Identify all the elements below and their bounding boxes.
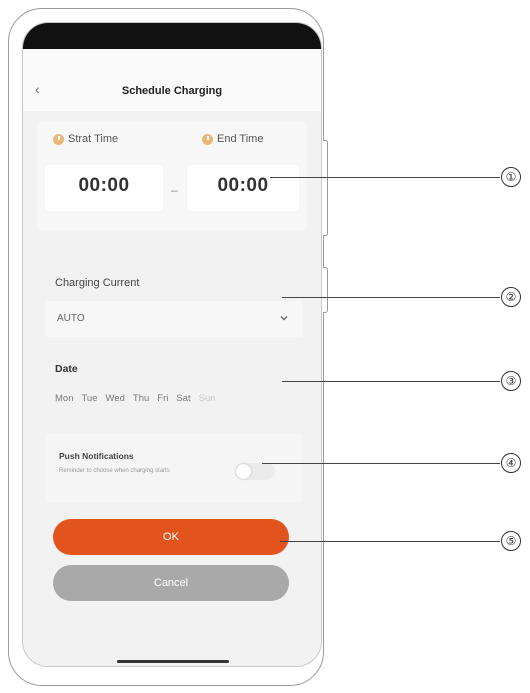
day-sat[interactable]: Sat bbox=[176, 393, 190, 404]
day-fri[interactable]: Fri bbox=[157, 393, 168, 404]
callout-line-2 bbox=[282, 297, 500, 298]
clock-icon bbox=[53, 133, 64, 145]
time-separator: – bbox=[171, 183, 178, 197]
phone-side-button-upper bbox=[323, 140, 328, 236]
push-notifications-toggle[interactable] bbox=[235, 463, 275, 480]
day-sun[interactable]: Sun bbox=[199, 393, 216, 404]
app-header: ‹ Schedule Charging bbox=[23, 49, 321, 111]
callout-line-4 bbox=[262, 463, 500, 464]
end-time-picker[interactable]: 00:00 bbox=[187, 165, 299, 211]
start-time-label-text: Strat Time bbox=[68, 133, 119, 145]
day-selector: Mon Tue Wed Thu Fri Sat Sun bbox=[55, 393, 216, 404]
callout-line-1 bbox=[270, 177, 500, 178]
day-mon[interactable]: Mon bbox=[55, 393, 73, 404]
phone-screen: ‹ Schedule Charging Strat Time End Time … bbox=[22, 22, 322, 667]
callout-line-5 bbox=[280, 541, 500, 542]
toggle-knob bbox=[236, 464, 251, 479]
push-notifications-description: Reminder to choose when charging starts bbox=[59, 468, 170, 474]
push-notifications-title: Push Notifications bbox=[59, 451, 134, 461]
day-thu[interactable]: Thu bbox=[133, 393, 149, 404]
status-bar bbox=[23, 23, 321, 49]
charging-current-select[interactable]: AUTO bbox=[45, 301, 303, 337]
end-time-value: 00:00 bbox=[217, 175, 269, 196]
callout-line-3 bbox=[282, 381, 500, 382]
callout-1: ① bbox=[501, 167, 521, 187]
schedule-form: Strat Time End Time 00:00 – 00:00 Chargi… bbox=[23, 111, 321, 666]
phone-side-button-lower bbox=[323, 267, 328, 313]
home-indicator bbox=[117, 660, 229, 663]
end-time-label: End Time bbox=[202, 133, 263, 145]
cancel-button[interactable]: Cancel bbox=[53, 565, 289, 601]
day-wed[interactable]: Wed bbox=[106, 393, 125, 404]
end-time-label-text: End Time bbox=[217, 133, 264, 145]
clock-icon bbox=[202, 133, 213, 145]
time-range-card: Strat Time End Time 00:00 – 00:00 bbox=[37, 121, 307, 231]
callout-4: ④ bbox=[501, 453, 521, 473]
callout-3: ③ bbox=[501, 371, 521, 391]
page-title: Schedule Charging bbox=[121, 85, 223, 97]
charging-current-value: AUTO bbox=[57, 313, 85, 324]
ok-button[interactable]: OK bbox=[53, 519, 289, 555]
callout-2: ② bbox=[501, 287, 521, 307]
day-tue[interactable]: Tue bbox=[81, 393, 97, 404]
charging-current-label: Charging Current bbox=[55, 277, 140, 289]
callout-5: ⑤ bbox=[501, 531, 521, 551]
chevron-down-icon bbox=[280, 316, 288, 321]
start-time-picker[interactable]: 00:00 bbox=[45, 165, 163, 211]
date-label: Date bbox=[55, 363, 78, 375]
start-time-value: 00:00 bbox=[78, 175, 130, 196]
start-time-label: Strat Time bbox=[53, 133, 118, 145]
push-notifications-card: Push Notifications Reminder to choose wh… bbox=[45, 433, 303, 503]
